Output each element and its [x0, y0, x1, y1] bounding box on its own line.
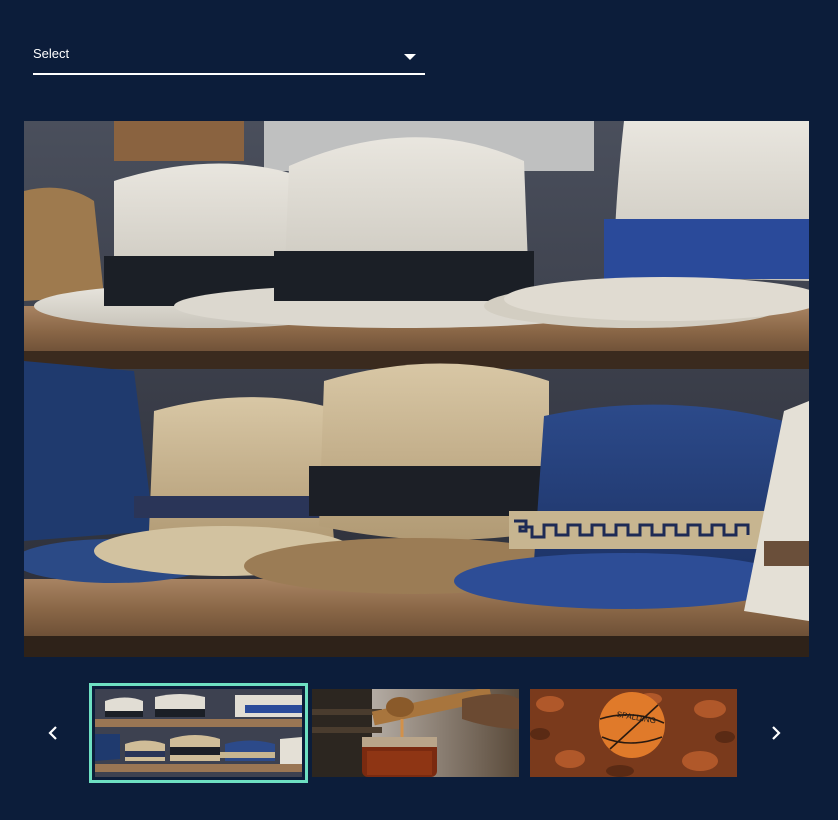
caret-down-icon [404, 54, 416, 60]
chevron-right-icon [772, 726, 781, 740]
chevron-left-icon [48, 726, 57, 740]
carousel-prev-button[interactable] [41, 721, 65, 745]
carousel-next-button[interactable] [764, 721, 788, 745]
thumbnail-honey[interactable] [312, 689, 519, 777]
main-image-hats [24, 121, 809, 657]
thumbnail-hats[interactable] [89, 683, 308, 783]
select-label: Select [33, 46, 70, 61]
thumbnail-basketball[interactable]: SPALDING [530, 689, 737, 777]
select-dropdown[interactable]: Select [33, 38, 425, 75]
